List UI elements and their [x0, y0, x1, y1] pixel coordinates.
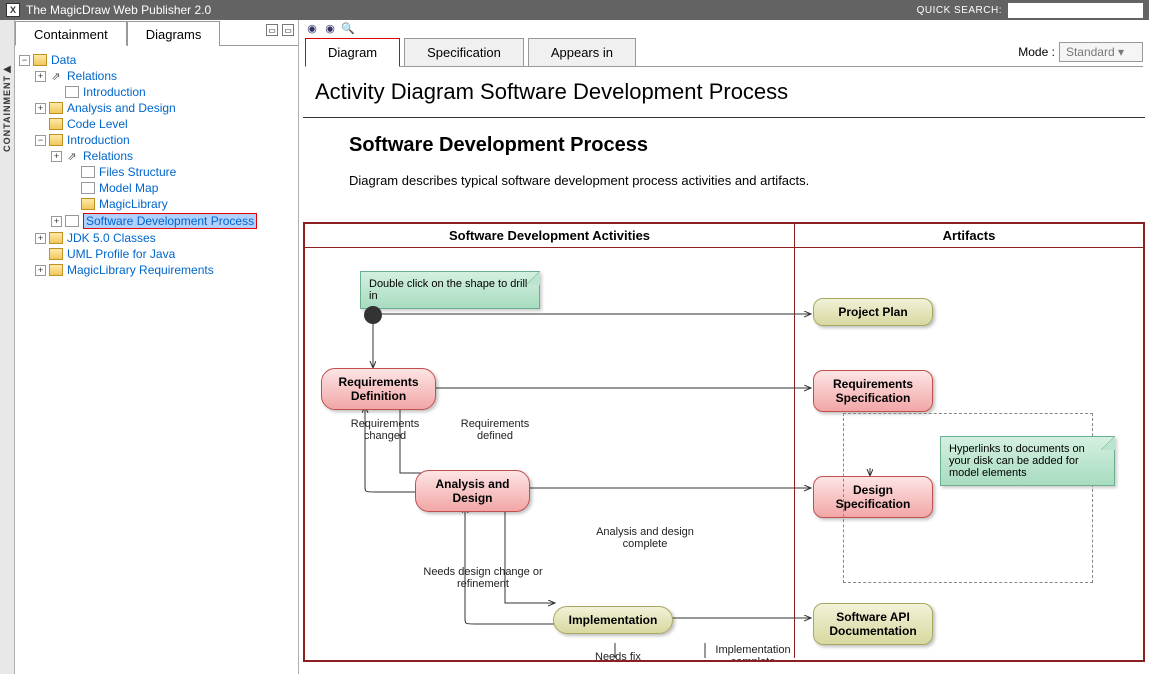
mode-box: Mode : Standard ▾ [1018, 42, 1143, 62]
folder-icon [49, 248, 63, 260]
swimlane-left: Double click on the shape to drill in Re… [305, 248, 795, 658]
node-requirements-definition[interactable]: Requirements Definition [321, 368, 436, 410]
note-hyperlinks: Hyperlinks to documents on your disk can… [940, 436, 1115, 486]
tab-appears-in[interactable]: Appears in [528, 38, 636, 66]
forward-icon[interactable]: ◉ [323, 22, 337, 36]
artifact-req-spec[interactable]: Requirements Specification [813, 370, 933, 412]
app-icon: X [6, 3, 20, 17]
tab-diagrams[interactable]: Diagrams [127, 21, 221, 46]
label-needs-design: Needs design change or refinement [423, 566, 543, 590]
label-impl-complete: Implementation complete [703, 644, 803, 662]
label-needs-fix: Needs fix [595, 651, 641, 662]
tree-root[interactable]: −Data [19, 52, 294, 68]
collapse-icon[interactable]: ▭ [282, 24, 294, 36]
doc-icon [81, 182, 95, 194]
vertical-bar: ◀ CONTAINMENT [0, 20, 15, 674]
toggle-icon[interactable]: + [35, 233, 46, 244]
page-title: Activity Diagram Software Development Pr… [303, 67, 1145, 118]
back-icon[interactable]: ◉ [305, 22, 319, 36]
relations-icon: ⇗ [49, 70, 63, 83]
diagram-title: Software Development Process [349, 134, 1099, 157]
toolbar: ◉ ◉ 🔍 [299, 20, 1149, 38]
sidebar-tabs: Containment Diagrams ▭ ▭ [15, 20, 298, 46]
diagram-frame: Software Development Activities Artifact… [303, 222, 1145, 662]
tree-sdp[interactable]: +Software Development Process [19, 212, 294, 230]
folder-icon [49, 232, 63, 244]
node-analysis-design[interactable]: Analysis and Design [415, 470, 530, 512]
folder-icon [49, 102, 63, 114]
tab-diagram[interactable]: Diagram [305, 38, 400, 67]
folder-icon [49, 264, 63, 276]
tree-intro-folder[interactable]: −Introduction [19, 132, 294, 148]
note-drill: Double click on the shape to drill in [360, 271, 540, 309]
quick-search-input[interactable] [1008, 3, 1143, 18]
swimlane-right-header: Artifacts [795, 224, 1143, 247]
mode-label: Mode : [1018, 45, 1055, 59]
folder-icon [33, 54, 47, 66]
tree-code-level[interactable]: Code Level [19, 116, 294, 132]
node-implementation[interactable]: Implementation [553, 606, 673, 634]
swimlane-right: Project Plan Requirements Specification … [795, 248, 1143, 658]
toggle-icon[interactable]: − [35, 135, 46, 146]
folder-icon [81, 198, 95, 210]
tree-intro-doc[interactable]: Introduction [19, 84, 294, 100]
tree-analysis[interactable]: +Analysis and Design [19, 100, 294, 116]
mode-select[interactable]: Standard ▾ [1059, 42, 1143, 62]
label-req-defined: Requirements defined [450, 418, 540, 442]
note-corner-icon [526, 271, 540, 285]
folder-icon [49, 134, 63, 146]
toggle-icon[interactable]: + [35, 103, 46, 114]
toggle-icon[interactable]: + [51, 151, 62, 162]
tree-uml-profile[interactable]: UML Profile for Java [19, 246, 294, 262]
toggle-icon[interactable]: + [51, 216, 62, 227]
artifact-api-doc[interactable]: Software API Documentation [813, 603, 933, 645]
tree-ml-req[interactable]: +MagicLibrary Requirements [19, 262, 294, 278]
tree-model-map[interactable]: Model Map [19, 180, 294, 196]
doc-icon [81, 166, 95, 178]
content: ◉ ◉ 🔍 Diagram Specification Appears in M… [299, 20, 1149, 674]
artifact-project-plan[interactable]: Project Plan [813, 298, 933, 326]
label-analysis-complete: Analysis and design complete [595, 526, 695, 550]
tree-relations2[interactable]: +⇗Relations [19, 148, 294, 164]
tree: −Data +⇗Relations Introduction +Analysis… [15, 46, 298, 674]
folder-icon [49, 118, 63, 130]
expand-icon[interactable]: ▭ [266, 24, 278, 36]
initial-node[interactable] [364, 306, 382, 324]
sidebar: Containment Diagrams ▭ ▭ −Data +⇗Relatio… [15, 20, 299, 674]
app-title: The MagicDraw Web Publisher 2.0 [26, 3, 211, 17]
tree-jdk[interactable]: +JDK 5.0 Classes [19, 230, 294, 246]
note-corner-icon [1101, 436, 1115, 450]
toggle-icon[interactable]: + [35, 265, 46, 276]
tab-containment[interactable]: Containment [15, 21, 127, 46]
titlebar: X The MagicDraw Web Publisher 2.0 QUICK … [0, 0, 1149, 20]
tree-relations[interactable]: +⇗Relations [19, 68, 294, 84]
activity-icon [65, 215, 79, 227]
diagram-description: Diagram describes typical software devel… [349, 173, 1099, 188]
collapse-arrow-icon[interactable]: ◀ [3, 64, 11, 75]
content-tabs: Diagram Specification Appears in Mode : … [305, 38, 1143, 67]
swimlane-left-header: Software Development Activities [305, 224, 795, 247]
tab-specification[interactable]: Specification [404, 38, 524, 66]
tree-files[interactable]: Files Structure [19, 164, 294, 180]
toggle-icon[interactable]: + [35, 71, 46, 82]
relations-icon: ⇗ [65, 150, 79, 163]
doc-icon [65, 86, 79, 98]
toggle-icon[interactable]: − [19, 55, 30, 66]
label-req-changed: Requirements changed [340, 418, 430, 442]
tree-magic-lib[interactable]: MagicLibrary [19, 196, 294, 212]
quick-search-label: QUICK SEARCH: [917, 5, 1002, 16]
zoom-icon[interactable]: 🔍 [341, 22, 355, 36]
vertical-bar-label: CONTAINMENT [2, 75, 12, 152]
